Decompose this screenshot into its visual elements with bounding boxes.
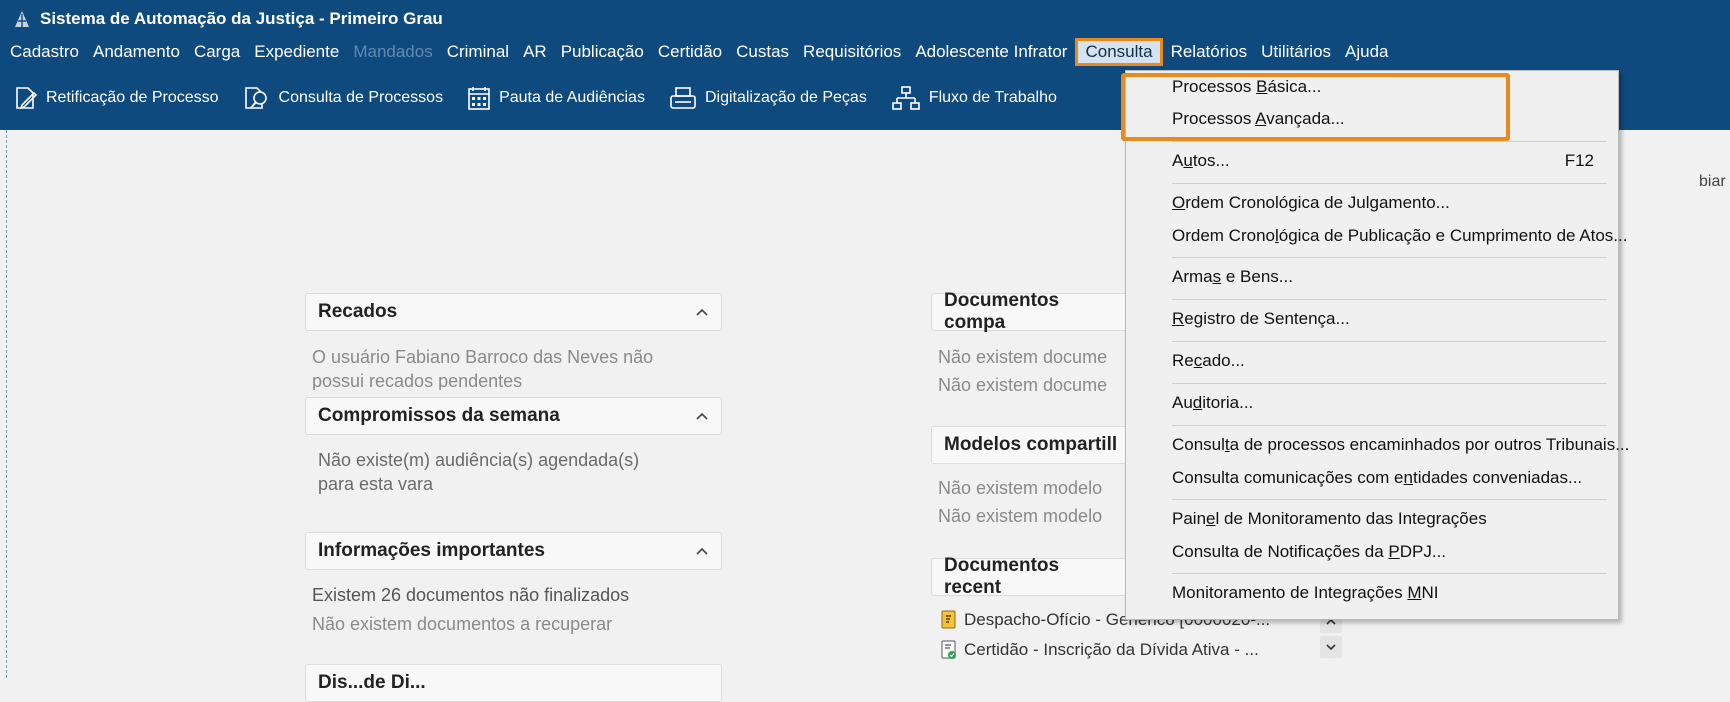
document-icon [941, 610, 956, 629]
modelos-text-1: Não existem modelo [938, 478, 1103, 498]
menu-adolescente-infrator[interactable]: Adolescente Infrator [908, 38, 1074, 66]
compromissos-text-2: para esta vara [318, 474, 434, 494]
menu-separator [1172, 573, 1607, 574]
recados-title: Recados [318, 301, 398, 322]
menu-separator [1172, 183, 1607, 184]
menu-ar[interactable]: AR [516, 38, 554, 66]
highlight-annotation [1121, 73, 1510, 141]
menu-publicacao[interactable]: Publicação [554, 38, 651, 66]
informacoes-panel-header[interactable]: Informações importantes [305, 532, 722, 570]
consulta-dropdown-menu: Processos Básica... Processos Avançada..… [1125, 70, 1629, 620]
menu-recado[interactable]: Recado... [1172, 351, 1245, 371]
menu-separator [1172, 499, 1607, 500]
scales-icon [15, 11, 29, 27]
menu-autos[interactable]: Autos... [1172, 151, 1230, 171]
menu-bar: Cadastro Andamento Carga Expediente Mand… [0, 38, 1730, 66]
modelos-compartilhados-title: Modelos compartill [944, 434, 1118, 455]
menu-consulta-tribunais[interactable]: Consulta de processos encaminhados por o… [1172, 435, 1629, 455]
chevron-up-icon[interactable] [695, 544, 709, 558]
documentos-comp-text-2: Não existem docume [938, 375, 1108, 395]
menu-consulta-comunicacoes[interactable]: Consulta comunicações com entidades conv… [1172, 468, 1582, 488]
menu-notificacoes-pdpj[interactable]: Consulta de Notificações da PDPJ... [1172, 542, 1446, 562]
left-frame-edge [0, 130, 7, 678]
menu-relatorios[interactable]: Relatórios [1164, 38, 1255, 66]
signed-document-icon [941, 640, 956, 659]
menu-ordem-cronologica-publicacao[interactable]: Ordem Cronológica de Publicação e Cumpri… [1172, 226, 1627, 246]
title-bar: Sistema de Automação da Justiça - Primei… [0, 0, 1730, 38]
menu-separator [1172, 141, 1607, 142]
menu-expediente[interactable]: Expediente [247, 38, 346, 66]
menu-separator [1172, 383, 1607, 384]
menu-auditoria[interactable]: Auditoria... [1172, 393, 1253, 413]
modelos-text-2: Não existem modelo [938, 506, 1103, 526]
fluxo-trabalho-button[interactable]: Fluxo de Trabalho [891, 85, 1057, 111]
informacoes-text-1: Existem 26 documentos não finalizados [312, 585, 630, 605]
retificacao-processo-button[interactable]: Retificação de Processo [14, 85, 219, 111]
documentos-comp-text-1: Não existem docume [938, 347, 1108, 367]
menu-registro-sentenca[interactable]: Registro de Sentença... [1172, 309, 1350, 329]
menu-custas[interactable]: Custas [729, 38, 796, 66]
informacoes-text-2: Não existem documentos a recuperar [312, 614, 613, 634]
menu-utilitarios[interactable]: Utilitários [1254, 38, 1338, 66]
scroll-down-button[interactable] [1320, 636, 1342, 658]
consulta-processos-button[interactable]: Consulta de Processos [243, 85, 444, 111]
documentos-recentes-title: Documentos recent [944, 555, 1060, 598]
menu-separator [1172, 299, 1607, 300]
menu-separator [1172, 425, 1607, 426]
menu-requisitorios[interactable]: Requisitórios [796, 38, 908, 66]
right-cutoff-text: biar [1699, 173, 1726, 190]
compromissos-panel-header[interactable]: Compromissos da semana [305, 397, 722, 435]
menu-consulta[interactable]: Consulta [1075, 38, 1163, 66]
window-title: Sistema de Automação da Justiça - Primei… [40, 9, 443, 28]
consulta-label: Consulta de Processos [278, 89, 444, 106]
retificacao-label: Retificação de Processo [46, 89, 219, 106]
chevron-down-icon [1326, 644, 1336, 651]
digitalizacao-label: Digitalização de Peças [704, 89, 867, 106]
edit-document-icon [16, 87, 38, 110]
calendar-icon [468, 87, 490, 110]
menu-monitoramento-mni[interactable]: Monitoramento de Integrações MNI [1172, 583, 1438, 603]
scanner-icon [670, 87, 696, 109]
recados-text-2: possui recados pendentes [312, 371, 523, 390]
menu-ajuda[interactable]: Ajuda [1338, 38, 1395, 66]
autos-shortcut: F12 [1564, 151, 1594, 170]
documentos-compartilhados-title: Documentos compa [944, 290, 1060, 333]
menu-cadastro[interactable]: Cadastro [0, 38, 86, 66]
recados-panel-header[interactable]: Recados [305, 293, 722, 331]
recados-text-1: O usuário Fabiano Barroco das Neves não [312, 347, 654, 367]
workflow-icon [892, 86, 920, 110]
compromissos-text-1: Não existe(m) audiência(s) agendada(s) [318, 450, 640, 470]
menu-criminal[interactable]: Criminal [440, 38, 516, 66]
modelos-compartilhados-header[interactable]: Modelos compartill [931, 426, 1131, 464]
bottom-title: Dis...de Di... [318, 672, 426, 693]
compromissos-title: Compromissos da semana [318, 405, 560, 426]
chevron-up-icon[interactable] [695, 305, 709, 319]
documentos-recentes-header[interactable]: Documentos recent [931, 555, 1131, 598]
recent-doc-2-label: Certidão - Inscrição da Dívida Ativa - .… [964, 640, 1259, 659]
menu-mandados: Mandados [353, 42, 433, 61]
menu-carga[interactable]: Carga [187, 38, 247, 66]
recent-doc-2[interactable]: Certidão - Inscrição da Dívida Ativa - .… [940, 640, 1259, 660]
menu-separator [1172, 341, 1607, 342]
fluxo-label: Fluxo de Trabalho [928, 89, 1057, 106]
menu-armas-bens[interactable]: Armas e Bens... [1172, 267, 1293, 287]
menu-ordem-cronologica-julgamento[interactable]: Ordem Cronológica de Julgamento... [1172, 193, 1450, 213]
pauta-label: Pauta de Audiências [499, 89, 645, 106]
informacoes-title: Informações importantes [318, 540, 545, 561]
menu-certidao[interactable]: Certidão [651, 38, 729, 66]
search-document-icon [244, 87, 267, 109]
chevron-up-icon[interactable] [695, 409, 709, 423]
documentos-compartilhados-header[interactable]: Documentos compa [931, 290, 1131, 333]
menu-andamento[interactable]: Andamento [86, 38, 187, 66]
menu-painel-monitoramento[interactable]: Painel de Monitoramento das Integrações [1172, 509, 1487, 529]
digitalizacao-pecas-button[interactable]: Digitalização de Peças [669, 85, 867, 111]
bottom-panel-header[interactable]: Dis...de Di... [305, 664, 722, 702]
menu-separator [1172, 257, 1607, 258]
pauta-audiencias-button[interactable]: Pauta de Audiências [467, 85, 645, 111]
